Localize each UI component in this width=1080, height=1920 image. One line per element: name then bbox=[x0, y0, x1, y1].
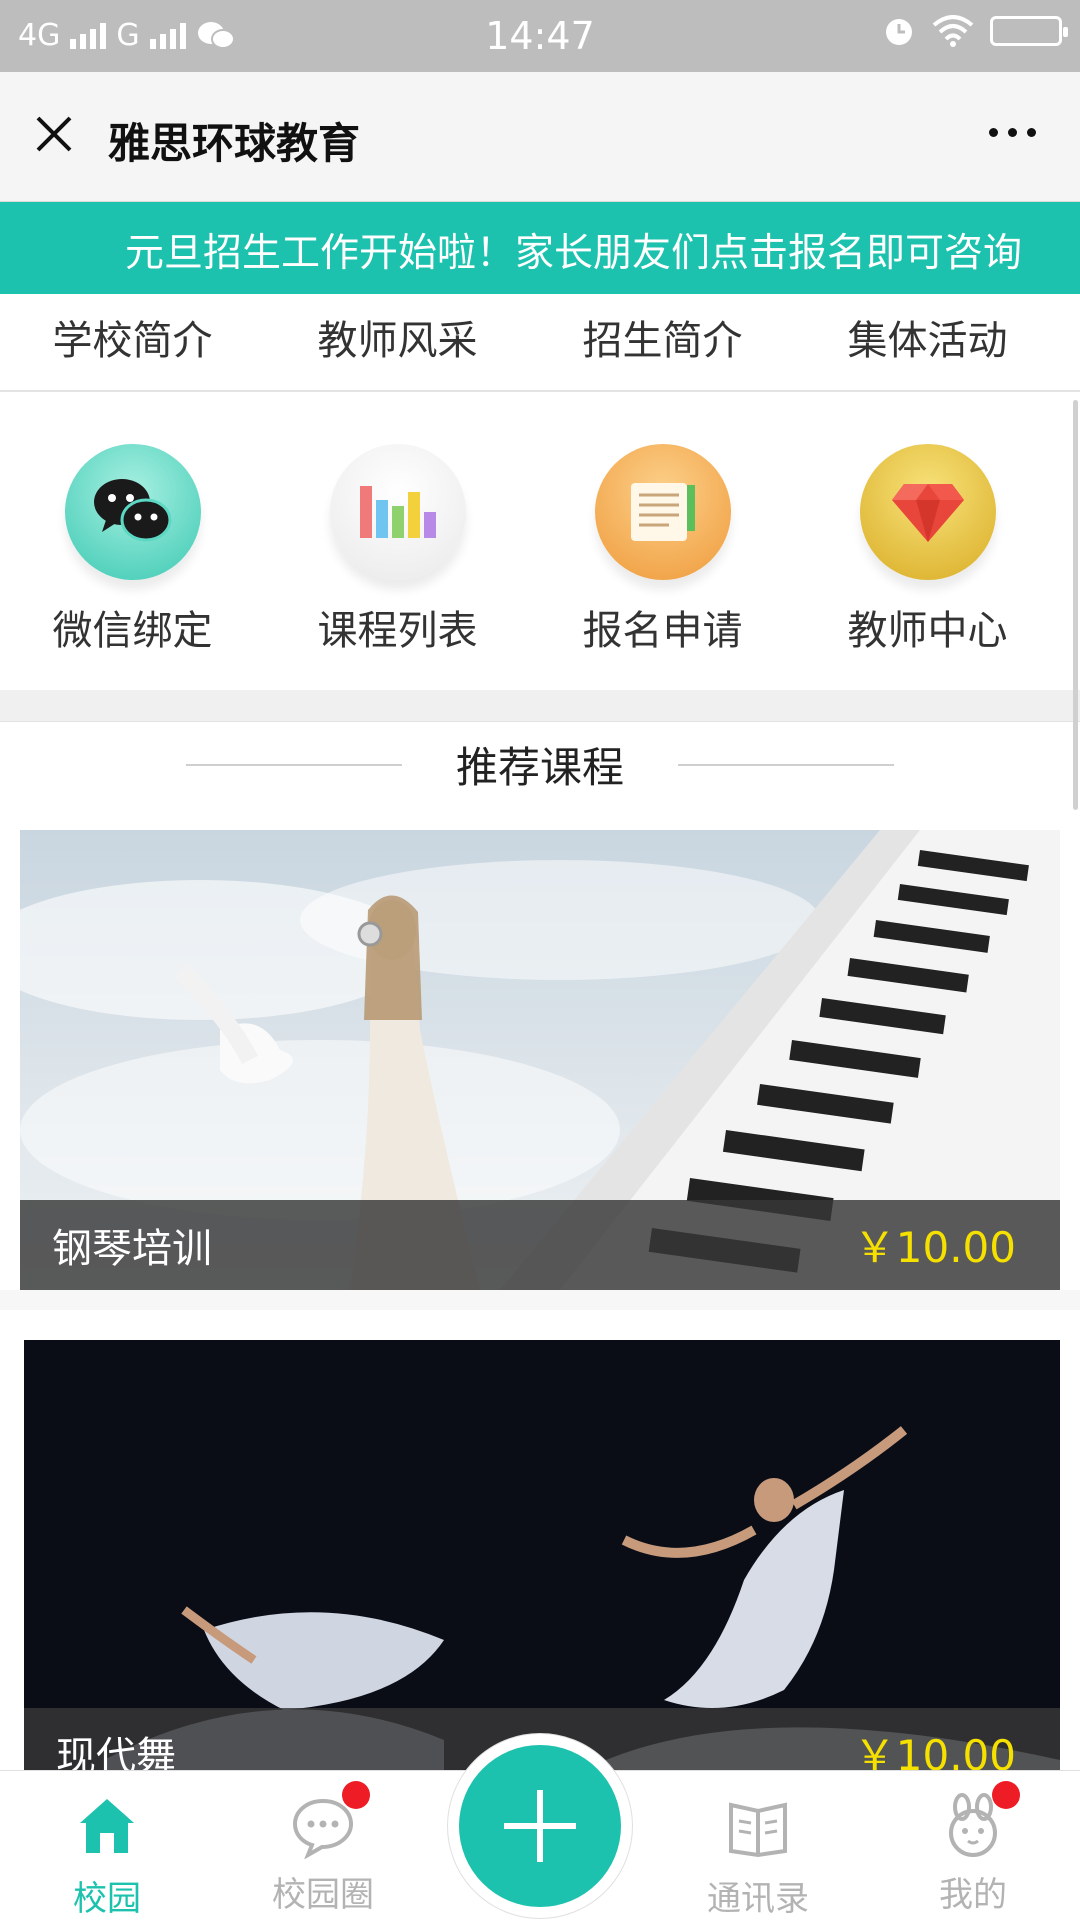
close-icon[interactable] bbox=[30, 110, 78, 158]
add-button[interactable] bbox=[459, 1745, 621, 1907]
recommended-section-header: 推荐课程 bbox=[0, 722, 1080, 826]
nav-label-contacts: 通讯录 bbox=[707, 1879, 809, 1919]
tab-teachers[interactable]: 教师风采 bbox=[265, 294, 530, 390]
tab-school-intro[interactable]: 学校简介 bbox=[0, 294, 265, 390]
divider-line-right bbox=[678, 764, 894, 766]
wifi-icon bbox=[932, 15, 974, 47]
course-card-piano[interactable]: 钢琴培训 ￥10.00 bbox=[20, 830, 1060, 1290]
book-icon bbox=[729, 1802, 787, 1858]
bar-chart-icon bbox=[329, 444, 466, 580]
grid-label-teacher-center: 教师中心 bbox=[847, 608, 1008, 654]
page-title: 雅思环球教育 bbox=[108, 119, 361, 168]
grid-label-wechat-bind: 微信绑定 bbox=[52, 608, 213, 654]
grid-item-wechat-bind[interactable]: 微信绑定 bbox=[0, 392, 265, 690]
nav-item-campus[interactable]: 校园 bbox=[27, 1793, 187, 1920]
chat-bubble-icon bbox=[290, 1781, 370, 1860]
nav-item-campus-circle[interactable]: 校园圈 bbox=[243, 1781, 403, 1916]
status-right bbox=[882, 14, 1068, 48]
nav-label-mine: 我的 bbox=[939, 1875, 1007, 1915]
grid-item-teacher-center[interactable]: 教师中心 bbox=[795, 392, 1060, 690]
wechat-icon bbox=[64, 444, 201, 580]
diamond-icon bbox=[859, 444, 996, 580]
scrollbar[interactable] bbox=[1073, 400, 1078, 810]
tab-admissions[interactable]: 招生简介 bbox=[530, 294, 795, 390]
category-tabs: 学校简介 教师风采 招生简介 集体活动 bbox=[0, 294, 1080, 392]
announcement-banner[interactable]: 元旦招生工作开始啦！家长朋友们点击报名即可咨询 bbox=[0, 202, 1080, 294]
status-bar: 4G G 14:47 bbox=[0, 0, 1080, 72]
more-options-button[interactable] bbox=[989, 128, 1036, 137]
battery-icon bbox=[990, 16, 1068, 46]
notification-badge bbox=[342, 1781, 370, 1809]
course-card-modern-dance[interactable]: 现代舞 ￥10.00 bbox=[24, 1340, 1060, 1770]
rabbit-icon bbox=[940, 1781, 1020, 1859]
course-price: ￥10.00 bbox=[853, 1223, 1016, 1272]
section-separator bbox=[0, 690, 1080, 722]
section-title: 推荐课程 bbox=[455, 743, 624, 792]
course-caption: 钢琴培训 ￥10.00 bbox=[20, 1200, 1060, 1290]
plus-icon bbox=[504, 1790, 576, 1862]
nav-label-campus: 校园 bbox=[73, 1879, 141, 1919]
nav-item-mine[interactable]: 我的 bbox=[893, 1781, 1053, 1916]
dance-course-image bbox=[24, 1340, 1060, 1770]
banner-text: 元旦招生工作开始啦！家长朋友们点击报名即可咨询 bbox=[125, 231, 1023, 276]
course-price: ￥10.00 bbox=[853, 1731, 1016, 1770]
nav-label-campus-circle: 校园圈 bbox=[272, 1875, 374, 1915]
card-gap bbox=[0, 1290, 1080, 1310]
document-icon bbox=[594, 444, 731, 580]
grid-label-enroll-apply: 报名申请 bbox=[582, 608, 743, 654]
home-icon bbox=[80, 1799, 134, 1853]
tab-activities[interactable]: 集体活动 bbox=[795, 294, 1060, 390]
course-name: 钢琴培训 bbox=[52, 1226, 212, 1272]
nav-item-contacts[interactable]: 通讯录 bbox=[678, 1793, 838, 1920]
quick-menu-grid: 微信绑定 课程列表 报名申请 教师中心 bbox=[0, 392, 1080, 690]
grid-item-enroll-apply[interactable]: 报名申请 bbox=[530, 392, 795, 690]
alarm-icon bbox=[886, 19, 912, 45]
course-name: 现代舞 bbox=[56, 1734, 176, 1770]
grid-label-course-list: 课程列表 bbox=[317, 608, 478, 654]
title-bar: 雅思环球教育 bbox=[0, 72, 1080, 202]
grid-item-course-list[interactable]: 课程列表 bbox=[265, 392, 530, 690]
notification-badge bbox=[992, 1781, 1020, 1809]
